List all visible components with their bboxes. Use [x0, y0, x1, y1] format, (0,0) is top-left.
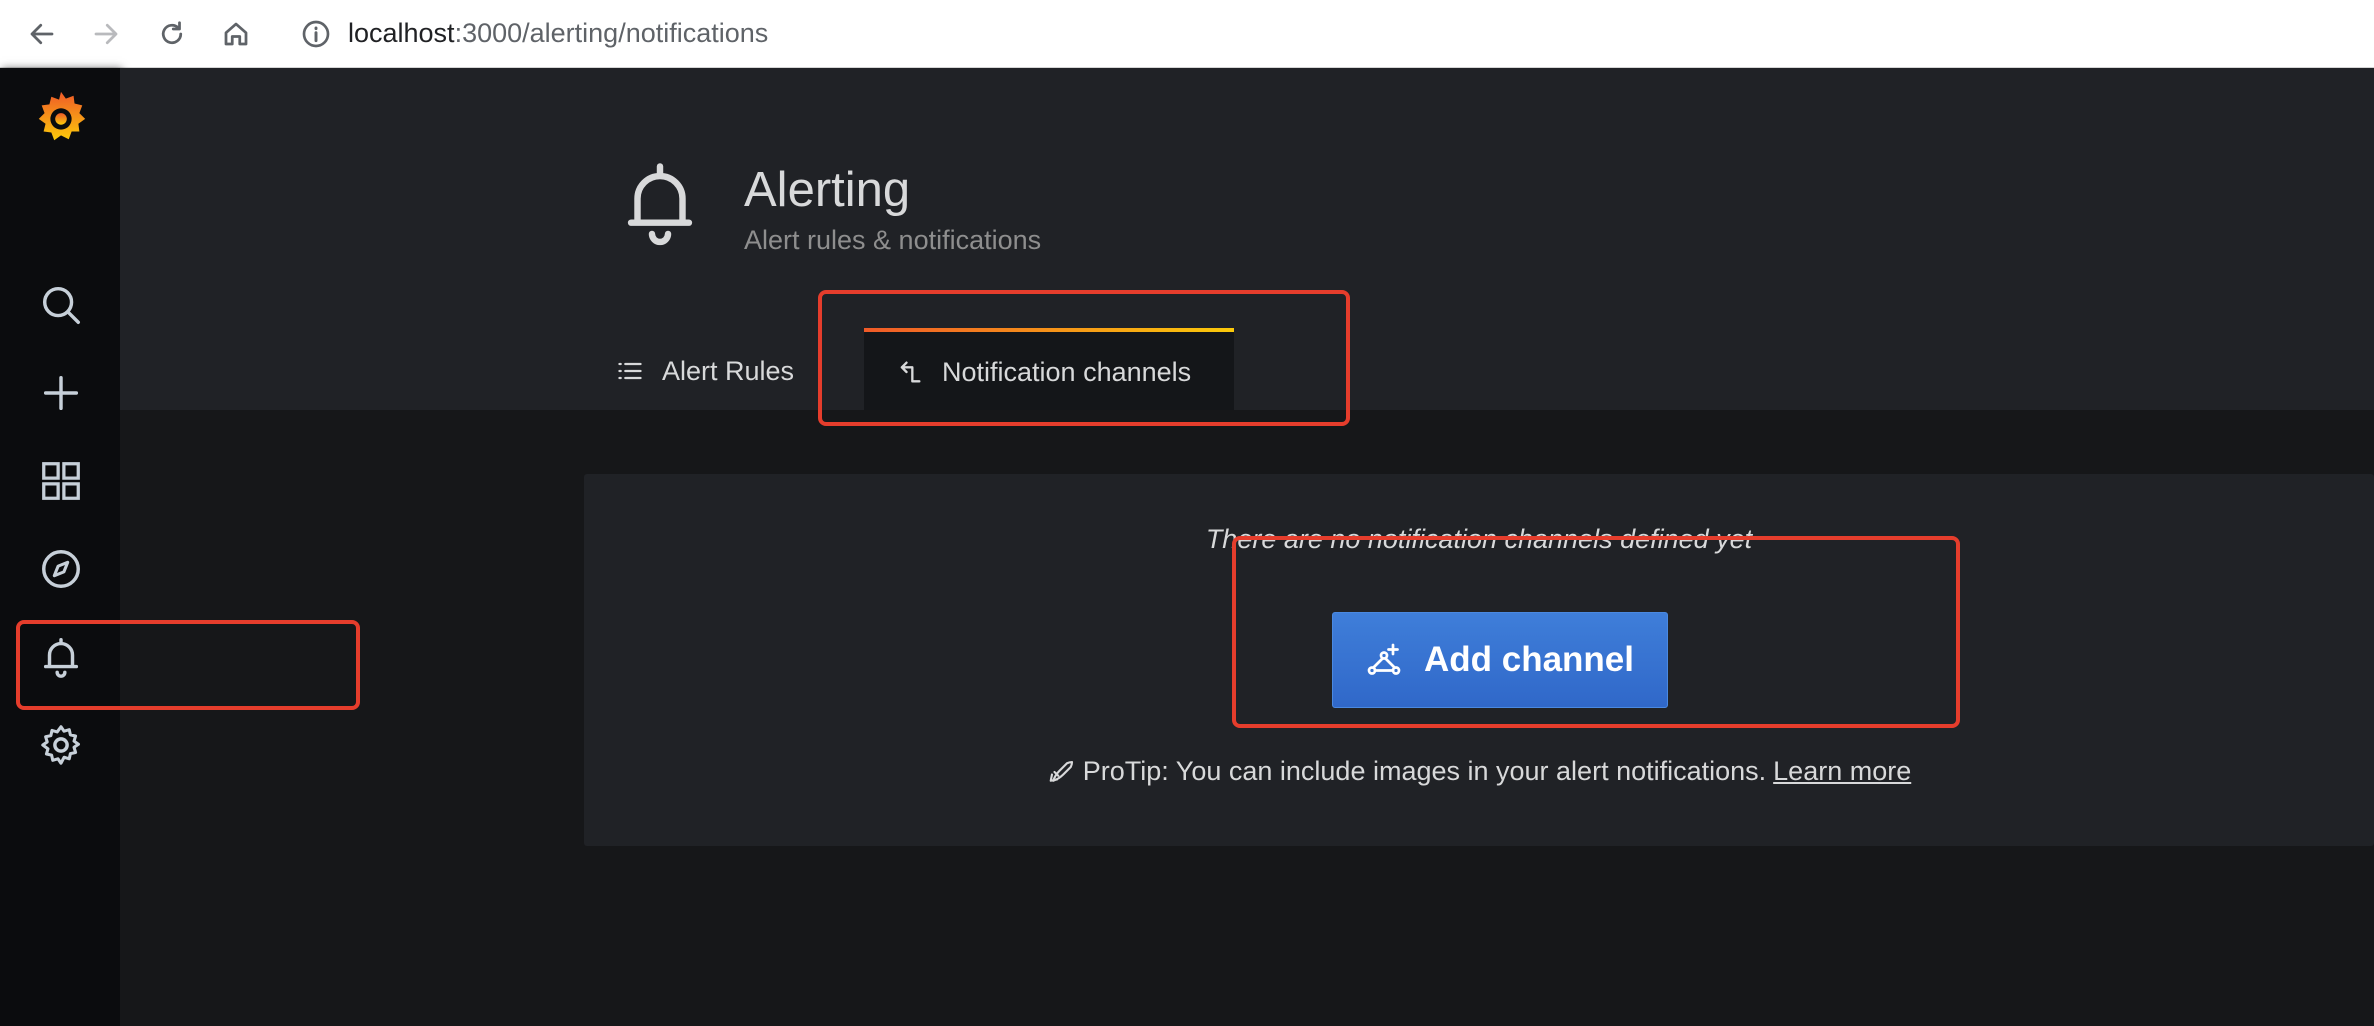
protip-text: ProTip: You can include images in your a… — [1082, 756, 1767, 786]
list-icon — [618, 362, 642, 380]
add-channel-button[interactable]: Add channel — [1332, 612, 1668, 708]
learn-more-link[interactable]: Learn more — [1773, 756, 1911, 787]
plus-icon[interactable] — [28, 360, 94, 426]
grafana-logo[interactable] — [32, 88, 90, 146]
page-header — [120, 68, 2374, 410]
back-icon[interactable] — [20, 12, 64, 56]
info-icon[interactable] — [300, 18, 332, 50]
compass-icon[interactable] — [28, 536, 94, 602]
share-icon — [900, 361, 921, 383]
url-host: localhost — [348, 18, 455, 48]
address-bar[interactable]: localhost:3000/alerting/notifications — [348, 16, 768, 50]
page-subtitle: Alert rules & notifications — [744, 225, 1042, 255]
add-channel-label: Add channel — [1423, 640, 1635, 679]
page-title: Alerting — [744, 163, 911, 217]
browser-toolbar: localhost:3000/alerting/notifications — [0, 0, 2374, 68]
protip: ProTip: You can include images in your a… — [584, 756, 2374, 787]
forward-icon[interactable] — [84, 12, 128, 56]
url-path: :3000/alerting/notifications — [454, 18, 769, 48]
gear-icon[interactable] — [28, 712, 94, 778]
reload-icon[interactable] — [150, 12, 194, 56]
search-icon[interactable] — [28, 272, 94, 338]
bell-icon — [620, 160, 700, 250]
tab-alert-rules[interactable]: Alert Rules — [616, 330, 794, 412]
dashboards-icon[interactable] — [28, 448, 94, 514]
bell-icon[interactable] — [28, 624, 94, 690]
home-icon[interactable] — [214, 12, 258, 56]
tab-notification-channels[interactable]: Notification channels — [864, 328, 1234, 412]
tab-label: Alert Rules — [662, 355, 795, 386]
tab-label: Notification channels — [942, 356, 1192, 387]
empty-state-message: There are no notification channels defin… — [1205, 524, 1753, 554]
empty-state-card: There are no notification channels defin… — [584, 474, 2374, 846]
add-channel-icon — [1367, 643, 1401, 675]
sidebar — [0, 68, 120, 1026]
rocket-icon — [1049, 760, 1073, 782]
